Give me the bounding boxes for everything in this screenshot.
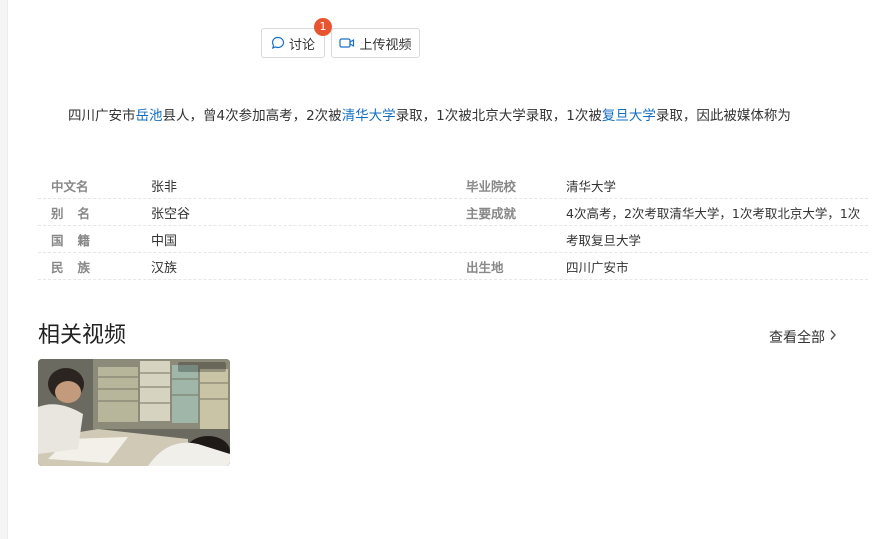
summary-part: 县人，曾4次参加高考，2次被 [162, 108, 342, 124]
link-tsinghua[interactable]: 清华大学 [342, 108, 396, 124]
info-key: 民族 [51, 259, 105, 275]
view-all-link[interactable]: 查看全部 [769, 327, 837, 347]
left-rail [0, 0, 8, 539]
chat-bubble-icon [271, 36, 285, 50]
info-value: 张空谷 [151, 206, 191, 222]
info-key: 主要成就 [466, 205, 517, 221]
discuss-label: 讨论 [288, 37, 315, 53]
info-value: 清华大学 [566, 178, 617, 194]
view-all-label: 查看全部 [769, 330, 825, 346]
info-row: 别名 张空谷 主要成就 4次高考，2次考取清华大学，1次考取北京大学，1次 [38, 199, 868, 226]
info-value: 张非 [151, 179, 178, 195]
info-value: 四川广安市 [566, 259, 629, 275]
summary-part: 录取，1次被北京大学录取，1次被 [395, 108, 602, 124]
summary-part: 四川广安市 [68, 108, 136, 124]
upload-video-button[interactable]: 上传视频 [331, 28, 420, 58]
discuss-count-badge: 1 [314, 18, 332, 36]
link-fudan[interactable]: 复旦大学 [602, 108, 656, 124]
info-row: 民族 汉族 出生地 四川广安市 [38, 253, 868, 280]
video-thumbnail[interactable] [38, 359, 230, 466]
info-key: 国籍 [51, 232, 105, 248]
summary-part: 录取，因此被媒体称为 [655, 108, 791, 124]
info-key: 毕业院校 [466, 178, 517, 194]
link-yuechi[interactable]: 岳池 [136, 108, 163, 124]
chevron-right-icon [829, 329, 837, 345]
related-videos-title: 相关视频 [38, 323, 127, 348]
info-key: 别名 [51, 205, 105, 221]
video-camera-icon [339, 36, 355, 50]
info-row: 中文名 张非 毕业院校 清华大学 [38, 172, 868, 199]
info-key: 中文名 [51, 178, 89, 194]
summary-text: 四川广安市岳池县人，曾4次参加高考，2次被清华大学录取，1次被北京大学录取，1次… [68, 104, 868, 124]
info-value: 4次高考，2次考取清华大学，1次考取北京大学，1次 [566, 205, 861, 221]
info-row: 国籍 中国 考取复旦大学 [38, 226, 868, 253]
basic-info-table: 中文名 张非 毕业院校 清华大学 别名 张空谷 主要成就 4次高考，2次考取清华… [38, 172, 868, 280]
link-china[interactable]: 中国 [151, 230, 466, 249]
info-key: 出生地 [466, 259, 504, 275]
info-value: 考取复旦大学 [566, 232, 642, 248]
info-value: 汉族 [151, 260, 178, 276]
upload-video-label: 上传视频 [359, 37, 412, 53]
